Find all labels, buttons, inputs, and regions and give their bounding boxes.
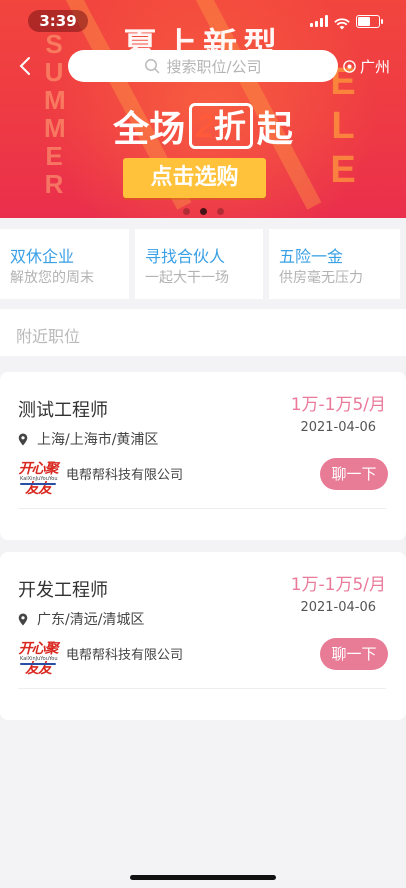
quick-link-partner[interactable]: 寻找合伙人 一起大干一场	[135, 229, 263, 299]
job-date: 2021-04-06	[300, 420, 376, 435]
quick-link-title: 寻找合伙人	[145, 247, 226, 266]
cellular-signal-icon	[310, 15, 328, 27]
job-salary: 1万-1万5/月	[290, 395, 386, 415]
company-logo-subtext: KaiXinJuYouYou	[20, 476, 58, 482]
divider	[18, 508, 386, 509]
divider	[18, 688, 386, 689]
quick-link-title: 双休企业	[10, 247, 75, 266]
company-logo-subtext: KaiXinJuYouYou	[20, 656, 58, 662]
banner-promo-text: 全场 2折起	[0, 100, 406, 152]
city-label: 广州	[360, 57, 391, 76]
job-date: 2021-04-06	[300, 600, 376, 615]
section-header: 附近职位	[0, 309, 406, 356]
carousel-dot-active[interactable]	[199, 208, 207, 215]
company-logo: 开心聚友友 KaiXinJuYouYou	[18, 638, 59, 677]
company-info[interactable]: 开心聚友友 KaiXinJuYouYou 电帮帮科技有限公司	[18, 638, 184, 677]
location-pin-icon	[18, 613, 28, 625]
promo-prefix: 全场	[113, 108, 186, 149]
quick-link-subtitle: 一起大干一场	[145, 270, 229, 286]
company-logo-swoosh	[20, 663, 56, 665]
quick-links: 双休企业 解放您的周末 寻找合伙人 一起大干一场 五险一金 供房毫无压力	[0, 229, 406, 299]
banner-cta-button[interactable]: 点击选购	[123, 158, 266, 198]
home-indicator[interactable]	[130, 875, 276, 880]
battery-icon	[356, 14, 383, 28]
quick-link-insurance[interactable]: 五险一金 供房毫无压力	[269, 229, 400, 299]
carousel-dot[interactable]	[216, 208, 224, 215]
city-selector[interactable]: 广州	[342, 56, 390, 76]
job-card[interactable]: 开发工程师 1万-1万5/月 2021-04-06 广东/清远/清城区 开心聚友…	[0, 552, 406, 720]
carousel-dot[interactable]	[182, 208, 190, 215]
company-logo: 开心聚友友 KaiXinJuYouYou	[18, 458, 59, 497]
chat-button[interactable]: 聊一下	[320, 458, 388, 490]
back-button[interactable]	[14, 54, 38, 78]
promo-discount-unit: 折	[213, 108, 246, 144]
quick-link-weekend[interactable]: 双休企业 解放您的周末	[0, 229, 129, 299]
search-input[interactable]: 搜索职位/公司	[68, 50, 338, 82]
job-location: 上海/上海市/黄浦区	[18, 429, 158, 449]
status-time: 3:39	[28, 10, 88, 32]
promo-banner[interactable]: 夏上新型 SUMMER ELE 全场 2折起 点击选购	[0, 0, 406, 218]
section-title: 附近职位	[16, 327, 81, 346]
job-card[interactable]: 测试工程师 1万-1万5/月 2021-04-06 上海/上海市/黄浦区 开心聚…	[0, 372, 406, 540]
quick-link-subtitle: 解放您的周末	[10, 270, 94, 286]
search-icon	[145, 59, 160, 74]
company-name: 电帮帮科技有限公司	[66, 467, 184, 483]
company-info[interactable]: 开心聚友友 KaiXinJuYouYou 电帮帮科技有限公司	[18, 458, 184, 497]
job-title: 开发工程师	[18, 580, 108, 601]
quick-link-subtitle: 供房毫无压力	[279, 270, 363, 286]
search-placeholder: 搜索职位/公司	[166, 57, 262, 76]
wifi-icon	[334, 15, 350, 30]
location-target-icon	[343, 59, 356, 73]
chat-button[interactable]: 聊一下	[320, 638, 388, 670]
promo-suffix: 起	[256, 108, 293, 149]
company-logo-swoosh	[20, 483, 56, 485]
job-title: 测试工程师	[18, 400, 108, 421]
job-salary: 1万-1万5/月	[290, 575, 386, 595]
job-location-text: 上海/上海市/黄浦区	[37, 432, 159, 448]
carousel-dots	[0, 200, 406, 218]
promo-discount-number: 2	[196, 108, 214, 144]
job-location: 广东/清远/清城区	[18, 609, 144, 629]
quick-link-title: 五险一金	[279, 247, 344, 266]
status-icons	[310, 13, 383, 30]
location-pin-icon	[18, 433, 28, 445]
company-name: 电帮帮科技有限公司	[66, 647, 184, 663]
job-location-text: 广东/清远/清城区	[37, 612, 145, 628]
promo-discount-box: 2折	[189, 103, 253, 149]
chevron-left-icon	[19, 57, 30, 75]
